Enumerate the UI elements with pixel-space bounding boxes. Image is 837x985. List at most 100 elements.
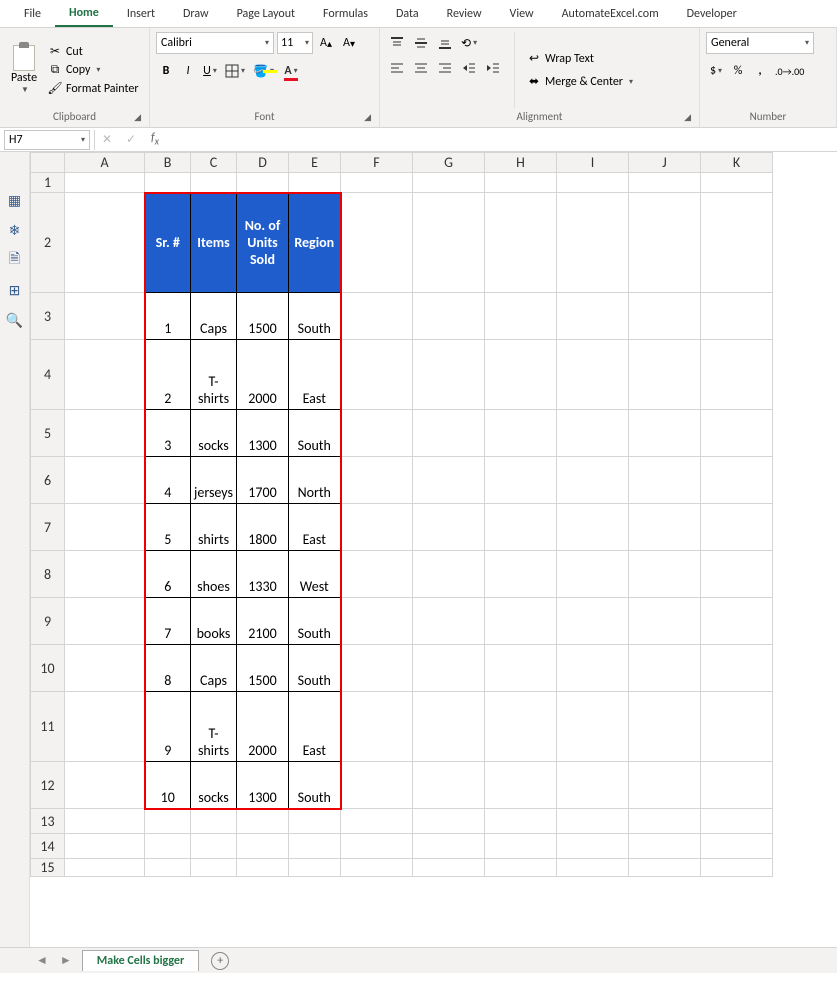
- cell[interactable]: socks: [191, 410, 237, 457]
- cell[interactable]: [629, 457, 701, 504]
- cell[interactable]: [557, 457, 629, 504]
- column-header[interactable]: D: [237, 153, 289, 173]
- cell[interactable]: T-shirts: [191, 340, 237, 410]
- cell[interactable]: North: [289, 457, 341, 504]
- cell[interactable]: 1330: [237, 551, 289, 598]
- align-bottom-button[interactable]: [434, 32, 456, 54]
- cell[interactable]: [65, 340, 145, 410]
- column-header[interactable]: K: [701, 153, 773, 173]
- cell[interactable]: [413, 834, 485, 859]
- cell[interactable]: 2000: [237, 692, 289, 762]
- cell[interactable]: [145, 173, 191, 193]
- cell[interactable]: 1700: [237, 457, 289, 504]
- cell[interactable]: [65, 173, 145, 193]
- cell[interactable]: [341, 457, 413, 504]
- cell[interactable]: [557, 504, 629, 551]
- cell[interactable]: [629, 645, 701, 692]
- cell[interactable]: [65, 834, 145, 859]
- cell[interactable]: [341, 692, 413, 762]
- row-header[interactable]: 6: [31, 457, 65, 504]
- tab-home[interactable]: Home: [55, 1, 113, 27]
- column-header[interactable]: C: [191, 153, 237, 173]
- cell[interactable]: [701, 645, 773, 692]
- cell[interactable]: [557, 834, 629, 859]
- cell[interactable]: [341, 340, 413, 410]
- cell[interactable]: [629, 859, 701, 877]
- align-center-button[interactable]: [410, 57, 432, 79]
- cell[interactable]: [629, 504, 701, 551]
- cell[interactable]: [413, 645, 485, 692]
- cell[interactable]: 1300: [237, 762, 289, 809]
- protect-icon[interactable]: 🗎: [6, 252, 24, 268]
- column-header[interactable]: E: [289, 153, 341, 173]
- align-middle-button[interactable]: [410, 32, 432, 54]
- format-painter-button[interactable]: 🖌 Format Painter: [46, 80, 141, 97]
- cell[interactable]: jerseys: [191, 457, 237, 504]
- cut-button[interactable]: ✂ Cut: [46, 43, 141, 60]
- cell[interactable]: [341, 293, 413, 340]
- cell[interactable]: [413, 504, 485, 551]
- cell[interactable]: [557, 809, 629, 834]
- select-all-corner[interactable]: [31, 153, 65, 173]
- dialog-launcher-icon[interactable]: ◢: [134, 112, 141, 123]
- cell[interactable]: [557, 173, 629, 193]
- cell[interactable]: [629, 293, 701, 340]
- cell[interactable]: [701, 834, 773, 859]
- cell[interactable]: [237, 809, 289, 834]
- cell[interactable]: [701, 293, 773, 340]
- cell[interactable]: [65, 193, 145, 293]
- cell[interactable]: shoes: [191, 551, 237, 598]
- cell[interactable]: Sr. #: [145, 193, 191, 293]
- add-sheet-button[interactable]: +: [211, 952, 229, 970]
- cell[interactable]: [557, 645, 629, 692]
- cell[interactable]: [65, 293, 145, 340]
- dialog-launcher-icon[interactable]: ◢: [364, 112, 371, 123]
- cell[interactable]: 1500: [237, 293, 289, 340]
- cell[interactable]: [557, 193, 629, 293]
- cell[interactable]: [65, 809, 145, 834]
- cell[interactable]: South: [289, 293, 341, 340]
- cell[interactable]: [145, 809, 191, 834]
- insert-function-button[interactable]: fx: [143, 131, 167, 147]
- tab-data[interactable]: Data: [382, 2, 433, 26]
- cell[interactable]: 2: [145, 340, 191, 410]
- align-left-button[interactable]: [386, 57, 408, 79]
- cell[interactable]: [341, 173, 413, 193]
- tab-automateexcel[interactable]: AutomateExcel.com: [548, 2, 673, 26]
- cell[interactable]: [485, 340, 557, 410]
- cell[interactable]: books: [191, 598, 237, 645]
- cell[interactable]: [341, 504, 413, 551]
- cell[interactable]: 9: [145, 692, 191, 762]
- cell[interactable]: [629, 551, 701, 598]
- cell[interactable]: [413, 340, 485, 410]
- cell[interactable]: [191, 834, 237, 859]
- column-header[interactable]: F: [341, 153, 413, 173]
- cell[interactable]: [413, 173, 485, 193]
- align-top-button[interactable]: [386, 32, 408, 54]
- row-header[interactable]: 13: [31, 809, 65, 834]
- cell[interactable]: [485, 692, 557, 762]
- cell[interactable]: [701, 193, 773, 293]
- tab-draw[interactable]: Draw: [169, 2, 223, 26]
- cell[interactable]: [65, 410, 145, 457]
- align-right-button[interactable]: [434, 57, 456, 79]
- cell[interactable]: South: [289, 410, 341, 457]
- row-header[interactable]: 3: [31, 293, 65, 340]
- cell[interactable]: [65, 645, 145, 692]
- comma-format-button[interactable]: ,: [750, 60, 770, 82]
- row-header[interactable]: 14: [31, 834, 65, 859]
- cell[interactable]: [65, 457, 145, 504]
- tab-file[interactable]: File: [10, 2, 55, 26]
- column-header[interactable]: I: [557, 153, 629, 173]
- column-header[interactable]: B: [145, 153, 191, 173]
- cell[interactable]: [557, 340, 629, 410]
- cell[interactable]: West: [289, 551, 341, 598]
- cell[interactable]: [485, 834, 557, 859]
- cell[interactable]: [557, 551, 629, 598]
- row-header[interactable]: 10: [31, 645, 65, 692]
- cell[interactable]: [65, 504, 145, 551]
- borders-button[interactable]: ▾: [222, 60, 248, 82]
- decrease-font-button[interactable]: A▾: [339, 32, 359, 54]
- orientation-button[interactable]: ⟲▾: [458, 32, 480, 54]
- cell[interactable]: [485, 193, 557, 293]
